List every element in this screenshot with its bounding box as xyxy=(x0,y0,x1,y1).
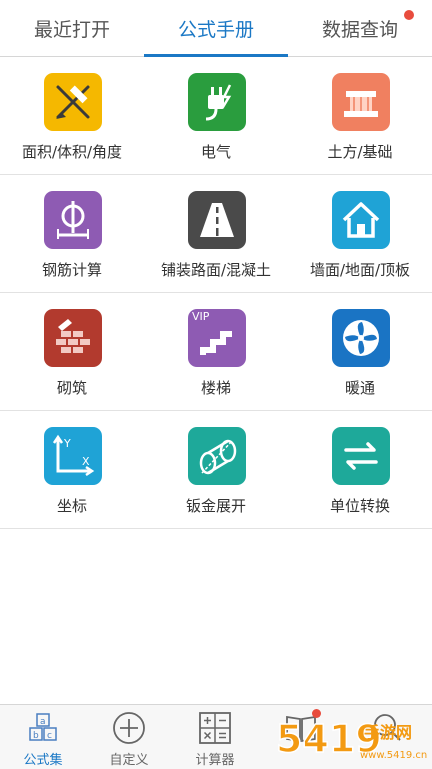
fan-icon xyxy=(332,309,390,367)
nav-calculator[interactable]: 计算器 xyxy=(172,705,258,769)
nav-custom[interactable]: 自定义 xyxy=(86,705,172,769)
grid-row: 钢筋计算 铺装路面/混凝土 墙面/地面/顶板 xyxy=(0,175,432,293)
letter-a: a xyxy=(40,717,46,727)
tab-data-query[interactable]: 数据查询 xyxy=(288,0,432,56)
letter-c: c xyxy=(47,731,52,741)
convert-arrows-icon xyxy=(332,427,390,485)
nav-formula-set-label: 公式集 xyxy=(23,753,63,768)
category-label: 面积/体积/角度 xyxy=(21,143,123,161)
category-label: 砌筑 xyxy=(56,379,87,397)
category-label: 墙面/地面/顶板 xyxy=(309,261,411,279)
tab-recent-label: 最近打开 xyxy=(33,18,110,41)
formula-category-grid: 面积/体积/角度 电气 土方/基础 钢筋计算 铺装路面/混凝土 墙面/地面/顶板… xyxy=(0,57,432,529)
category-label: 铺装路面/混凝土 xyxy=(160,261,272,279)
category-label: 楼梯 xyxy=(200,379,231,397)
category-masonry[interactable]: 砌筑 xyxy=(0,293,144,410)
category-sheet-metal[interactable]: 钣金展开 xyxy=(144,411,288,528)
axis-y-label: Y xyxy=(63,437,71,450)
notification-badge xyxy=(404,10,414,20)
category-earthwork-foundation[interactable]: 土方/基础 xyxy=(288,57,432,174)
road-icon xyxy=(188,191,246,249)
letter-b: b xyxy=(33,731,39,741)
top-tab-bar: 最近打开 公式手册 数据查询 xyxy=(0,0,432,57)
house-icon xyxy=(332,191,390,249)
rebar-icon xyxy=(44,191,102,249)
category-unit-conversion[interactable]: 单位转换 xyxy=(288,411,432,528)
category-label: 电气 xyxy=(200,143,231,161)
category-label: 暖通 xyxy=(344,379,375,397)
nav-formula-set[interactable]: a b c 公式集 xyxy=(0,705,86,769)
category-area-volume-angle[interactable]: 面积/体积/角度 xyxy=(0,57,144,174)
watermark-text: 手游网 xyxy=(364,723,412,742)
nav-custom-label: 自定义 xyxy=(109,753,149,768)
category-paving-concrete[interactable]: 铺装路面/混凝土 xyxy=(144,175,288,292)
category-coordinates[interactable]: Y X 坐标 xyxy=(0,411,144,528)
tab-data-query-label: 数据查询 xyxy=(321,18,398,41)
electric-plug-icon xyxy=(188,73,246,131)
brick-wall-icon xyxy=(44,309,102,367)
tab-formula-handbook[interactable]: 公式手册 xyxy=(144,0,288,57)
category-rebar[interactable]: 钢筋计算 xyxy=(0,175,144,292)
ruler-pencil-icon xyxy=(44,73,102,131)
grid-row: 砌筑 VIP 楼梯 暖通 xyxy=(0,293,432,411)
category-label: 钣金展开 xyxy=(185,497,246,515)
grid-row: 面积/体积/角度 电气 土方/基础 xyxy=(0,57,432,175)
category-label: 土方/基础 xyxy=(327,143,393,161)
category-electrical[interactable]: 电气 xyxy=(144,57,288,174)
vip-tag: VIP xyxy=(192,310,210,323)
foundation-icon xyxy=(332,73,390,131)
formula-set-icon: a b c xyxy=(26,711,60,745)
category-stairs[interactable]: VIP 楼梯 xyxy=(144,293,288,410)
category-label: 坐标 xyxy=(56,497,87,515)
category-hvac[interactable]: 暖通 xyxy=(288,293,432,410)
category-label: 单位转换 xyxy=(329,497,390,515)
watermark-domain: www.5419.cn xyxy=(360,750,427,761)
axis-icon: Y X xyxy=(44,427,102,485)
grid-row: Y X 坐标 钣金展开 单位转换 xyxy=(0,411,432,529)
sheet-metal-icon xyxy=(188,427,246,485)
nav-calculator-label: 计算器 xyxy=(195,753,235,768)
tab-recent[interactable]: 最近打开 xyxy=(0,0,144,56)
site-watermark: 5419 手游网 www.5419.cn xyxy=(272,712,432,768)
tab-formula-handbook-label: 公式手册 xyxy=(177,18,254,41)
category-wall-floor-ceiling[interactable]: 墙面/地面/顶板 xyxy=(288,175,432,292)
axis-x-label: X xyxy=(82,455,90,468)
calculator-icon xyxy=(198,711,232,745)
plus-circle-icon xyxy=(112,711,146,745)
category-label: 钢筋计算 xyxy=(41,261,102,279)
